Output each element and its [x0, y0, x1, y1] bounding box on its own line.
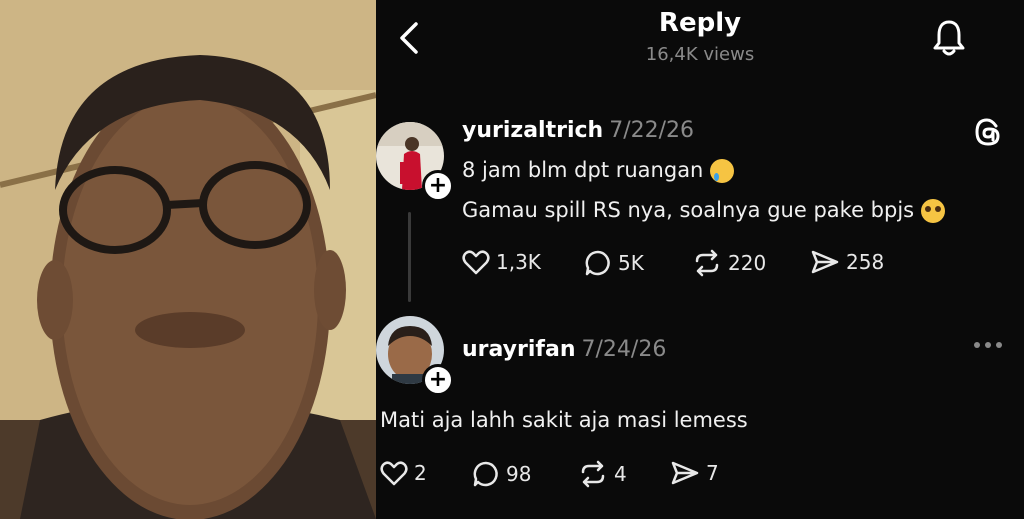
- pleading-emoji: [920, 199, 945, 223]
- person-photo: [0, 0, 376, 519]
- repost-icon: [581, 460, 605, 488]
- reply-panel: Reply 16,4K views + yurizaltrich7/22/26: [376, 0, 1024, 519]
- tear-smile-emoji: [710, 159, 735, 183]
- thread-line: [408, 212, 411, 302]
- share-icon: [811, 250, 839, 274]
- comment-icon: [473, 461, 498, 487]
- repost-button[interactable]: 220: [692, 249, 766, 277]
- reply-count: 5K: [618, 251, 644, 275]
- post-text-line: 8 jam blm dpt ruangan: [462, 158, 735, 183]
- like-button[interactable]: 1,3K: [462, 249, 541, 275]
- page-title: Reply: [658, 8, 742, 38]
- post-text: 8 jam blm dpt ruangan: [462, 158, 704, 182]
- username-text[interactable]: urayrifan: [462, 337, 576, 362]
- bell-icon[interactable]: [931, 18, 967, 58]
- post-username[interactable]: yurizaltrich 7/22/26: [462, 118, 694, 143]
- heart-icon: [462, 250, 490, 275]
- share-icon: [671, 461, 699, 485]
- like-button[interactable]: 2: [380, 460, 427, 486]
- video-frame-photo: [0, 0, 376, 519]
- screenshot: Reply 16,4K views + yurizaltrich7/22/26: [0, 0, 1024, 519]
- repost-icon: [695, 249, 719, 277]
- repost-count: 4: [614, 462, 627, 486]
- post-text: Gamau spill RS nya, soalnya gue pake bpj…: [462, 198, 915, 222]
- share-count: 258: [846, 250, 885, 274]
- post-date: 7/24/26: [581, 337, 667, 362]
- share-button[interactable]: 7: [670, 460, 719, 486]
- post-text: Mati aja lahh sakit aja masi lemess: [380, 408, 748, 432]
- share-count: 7: [706, 461, 719, 485]
- share-button[interactable]: 258: [810, 249, 884, 275]
- reply-count: 98: [506, 462, 532, 486]
- repost-button[interactable]: 4: [578, 460, 627, 488]
- post-text-line: Gamau spill RS nya, soalnya gue pake bpj…: [462, 198, 945, 223]
- comment-icon: [585, 250, 610, 276]
- threads-logo-icon[interactable]: [972, 116, 1004, 148]
- follow-plus-icon[interactable]: +: [422, 364, 454, 396]
- username-text[interactable]: yurizaltrich: [462, 118, 603, 143]
- repost-count: 220: [728, 251, 767, 275]
- reply-button[interactable]: 98: [472, 460, 531, 488]
- heart-icon: [380, 461, 408, 486]
- follow-plus-icon[interactable]: +: [422, 170, 454, 202]
- like-count: 2: [414, 461, 427, 485]
- views-count: 16,4K views: [645, 44, 755, 65]
- like-count: 1,3K: [496, 250, 541, 274]
- post-date: 7/22/26: [609, 118, 695, 143]
- post-username[interactable]: urayrifan 7/24/26: [462, 337, 666, 362]
- more-icon[interactable]: [973, 340, 1003, 350]
- reply-button[interactable]: 5K: [584, 249, 644, 277]
